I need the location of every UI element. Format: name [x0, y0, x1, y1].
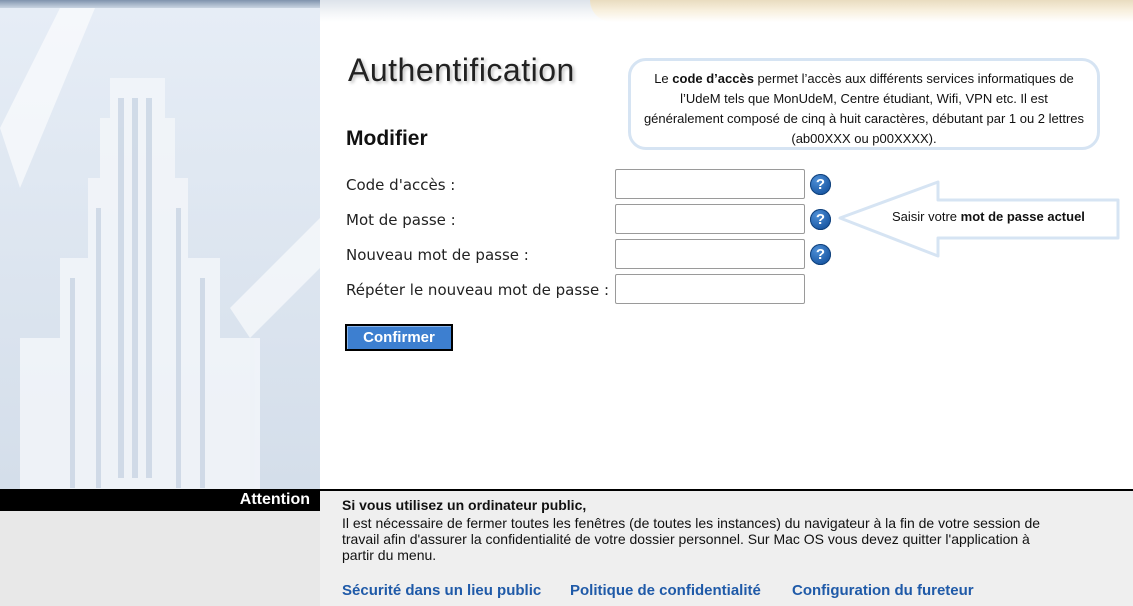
label-access-code: Code d'accès : — [346, 176, 456, 194]
help-icon[interactable]: ? — [810, 209, 831, 230]
help-icon[interactable]: ? — [810, 174, 831, 195]
attention-label: Attention — [0, 489, 320, 511]
attention-left-panel — [0, 511, 320, 606]
link-browser-configuration[interactable]: Configuration du fureteur — [792, 582, 974, 599]
link-privacy-policy[interactable]: Politique de confidentialité — [570, 582, 761, 599]
arrow-hint-bold: mot de passe actuel — [960, 209, 1085, 224]
info-prefix: Le — [654, 71, 673, 86]
top-banner-left — [0, 0, 320, 8]
top-banner-right — [590, 0, 1133, 22]
section-title: Modifier — [346, 127, 428, 150]
attention-heading: Si vous utilisez un ordinateur public, — [342, 497, 587, 513]
arrow-hint-text: Saisir votre mot de passe actuel — [892, 209, 1085, 224]
access-code-info-bubble: Le code d’accès permet l’accès aux diffé… — [628, 58, 1100, 150]
info-bold: code d’accès — [672, 71, 754, 86]
label-repeat-new-password: Répéter le nouveau mot de passe : — [346, 281, 610, 299]
repeat-new-password-input[interactable] — [615, 274, 805, 304]
link-public-security[interactable]: Sécurité dans un lieu public — [342, 582, 541, 599]
arrow-hint-prefix: Saisir votre — [892, 209, 961, 224]
building-illustration — [0, 8, 320, 489]
label-password: Mot de passe : — [346, 211, 456, 229]
page-title: Authentification — [348, 52, 575, 88]
attention-text: Il est nécessaire de fermer toutes les f… — [342, 515, 1041, 563]
password-input[interactable] — [615, 204, 805, 234]
label-new-password: Nouveau mot de passe : — [346, 246, 529, 264]
confirm-button[interactable]: Confirmer — [345, 324, 453, 351]
access-code-input[interactable] — [615, 169, 805, 199]
help-icon[interactable]: ? — [810, 244, 831, 265]
new-password-input[interactable] — [615, 239, 805, 269]
